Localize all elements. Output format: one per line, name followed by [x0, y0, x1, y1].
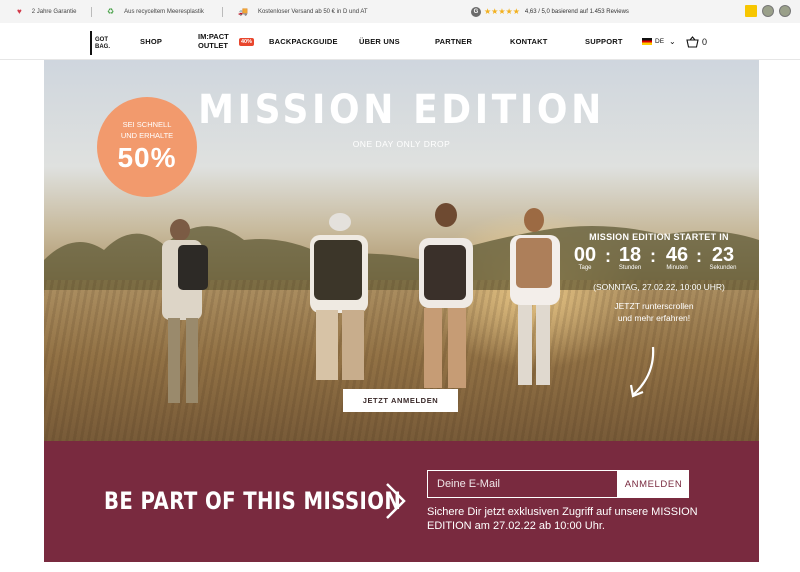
sale-line-1: SEI SCHNELL [122, 120, 172, 129]
countdown-separator: : [650, 246, 656, 266]
heart-icon: ♥ [17, 7, 22, 16]
countdown-date: (SONNTAG, 27.02.22, 10:00 UHR) [593, 282, 725, 292]
countdown-label: Tage [578, 265, 592, 271]
newsletter-section: BE PART OF THIS MISSION ANMELDEN Sichere… [44, 441, 759, 562]
shipping-text: Kostenloser Versand ab 50 € in D und AT [257, 8, 368, 15]
scroll-hint-line-1: JETZT runterscrollen [614, 301, 694, 311]
scroll-hint-line-2: und mehr erfahren! [617, 313, 691, 323]
shipping-item: 🚚 Kostenloser Versand ab 50 € in D und A… [238, 0, 368, 23]
language-selector[interactable]: DE ⌄ [642, 23, 676, 60]
cart-button[interactable]: 0 [686, 23, 707, 60]
nav-contact[interactable]: KONTAKT [510, 23, 548, 60]
rating-text: 4,63 / 5,0 basierend auf 1.453 Reviews [524, 8, 629, 15]
truck-icon: 🚚 [238, 7, 248, 16]
cart-count: 0 [702, 36, 708, 47]
countdown-label: Sekunden [709, 265, 737, 271]
main-navigation: GOT BAG. SHOP IM:PACT OUTLET 40% BACKPAC… [0, 23, 800, 60]
guarantee-text: 2 Jahre Garantie [31, 8, 77, 15]
nav-partner[interactable]: PARTNER [435, 23, 472, 60]
divider [222, 7, 223, 17]
info-bar: ♥ 2 Jahre Garantie ♻ Aus recyceltem Meer… [0, 0, 800, 23]
nav-outlet[interactable]: IM:PACT OUTLET [198, 32, 234, 50]
countdown-seconds: 23 Sekunden [703, 244, 743, 271]
recycled-item: ♻ Aus recyceltem Meeresplastik [107, 0, 204, 23]
certificate-badge-icon[interactable] [762, 5, 774, 17]
scroll-hint: JETZT runterscrollen und mehr erfahren! [589, 300, 719, 324]
recycle-icon: ♻ [107, 7, 115, 16]
countdown-minutes: 46 Minuten [657, 244, 697, 271]
curved-arrow-down-icon [629, 346, 655, 398]
countdown-title: MISSION EDITION STARTET IN [589, 232, 729, 242]
countdown-label: Stunden [618, 265, 642, 271]
chevron-right-icon [386, 483, 406, 519]
countdown-value: 23 [711, 244, 735, 266]
logo[interactable]: GOT BAG. [90, 31, 110, 55]
trusted-shop-badge-icon[interactable] [745, 5, 757, 17]
award-badge-icon[interactable] [779, 5, 791, 17]
outlet-discount-badge: 40% [239, 38, 255, 46]
countdown-hours: 18 Stunden [610, 244, 650, 271]
hero-banner: MISSION EDITION ONE DAY ONLY DROP SEI SC… [44, 60, 759, 441]
newsletter-submit-button[interactable]: ANMELDEN [618, 470, 689, 498]
chevron-down-icon: ⌄ [669, 37, 676, 46]
trust-badges [745, 5, 791, 17]
countdown-separator: : [696, 246, 702, 266]
countdown-label: Minuten [666, 265, 688, 271]
newsletter-description: Sichere Dir jetzt exklusiven Zugriff auf… [427, 506, 698, 532]
newsletter-title: BE PART OF THIS MISSION [104, 487, 402, 515]
google-icon: G [471, 6, 481, 17]
shopping-basket-icon [686, 35, 699, 48]
nav-backpackguide[interactable]: BACKPACKGUIDE [269, 23, 338, 60]
nav-about[interactable]: ÜBER UNS [359, 23, 400, 60]
rating-summary[interactable]: G ★★★★★ 4,63 / 5,0 basierend auf 1.453 R… [471, 0, 629, 23]
sale-line-2: UND ERHALTE [120, 131, 174, 140]
language-label: DE [655, 38, 665, 45]
sale-badge-text: SEI SCHNELL UND ERHALTE [97, 119, 197, 141]
star-rating-icon: ★★★★★ [484, 7, 520, 16]
email-field[interactable] [427, 470, 618, 498]
recycled-text: Aus recyceltem Meeresplastik [124, 8, 204, 15]
nav-shop[interactable]: SHOP [140, 23, 162, 60]
countdown-value: 18 [618, 244, 642, 266]
german-flag-icon [642, 38, 652, 45]
nav-support[interactable]: SUPPORT [585, 23, 623, 60]
sale-badge: SEI SCHNELL UND ERHALTE 50% [97, 97, 197, 197]
guarantee-item: ♥ 2 Jahre Garantie [17, 0, 76, 23]
divider [91, 7, 92, 17]
countdown-value: 46 [665, 244, 689, 266]
countdown-days: 00 Tage [565, 244, 605, 271]
countdown-value: 00 [573, 244, 597, 266]
signup-button[interactable]: JETZT ANMELDEN [343, 389, 458, 412]
sale-percent: 50% [117, 142, 177, 173]
